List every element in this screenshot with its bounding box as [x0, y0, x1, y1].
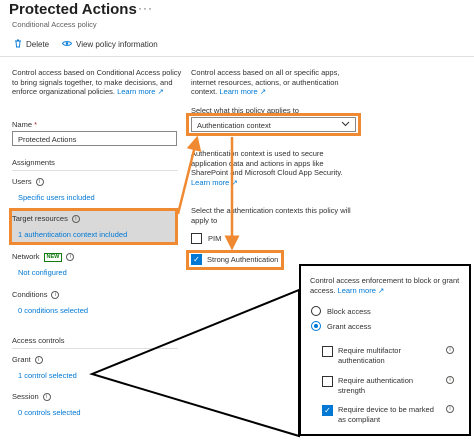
mfa-checkbox[interactable]: [322, 346, 333, 357]
block-access-option[interactable]: Block access: [311, 306, 371, 316]
auth-strength-checkbox[interactable]: [322, 376, 333, 387]
grant-access-option[interactable]: Grant access: [311, 321, 371, 331]
block-access-radio[interactable]: [311, 306, 321, 316]
info-icon[interactable]: i: [446, 346, 454, 354]
external-link-icon: ↗: [377, 285, 385, 295]
info-icon[interactable]: i: [446, 376, 454, 384]
grant-popup-description: Control access enforcement to block or g…: [310, 276, 460, 295]
checkmark-icon: ✓: [324, 406, 331, 415]
arrow-to-applies: [176, 135, 202, 215]
info-icon[interactable]: i: [446, 405, 454, 413]
grant-popup-learn-more-link[interactable]: Learn more ↗: [338, 286, 385, 295]
device-compliant-checkbox[interactable]: ✓: [322, 405, 333, 416]
grant-callout-pointer: [88, 288, 300, 438]
grant-access-radio[interactable]: [311, 321, 321, 331]
